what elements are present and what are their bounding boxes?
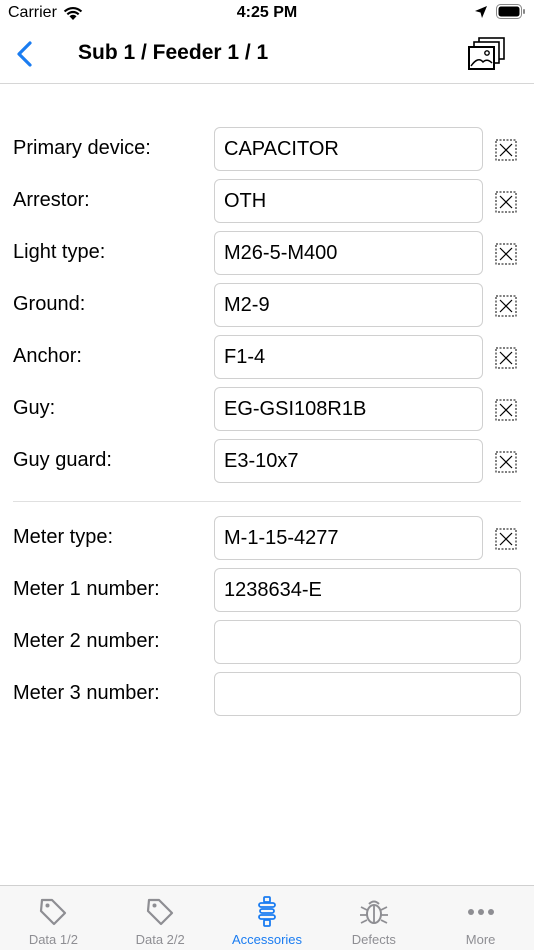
clear-field-icon[interactable]	[495, 528, 517, 550]
light-type-field[interactable]	[214, 231, 483, 275]
back-chevron-icon[interactable]	[10, 38, 42, 70]
guy-label: Guy:	[13, 397, 56, 419]
tab-label: Accessories	[231, 932, 303, 947]
status-time: 4:25 PM	[236, 4, 298, 21]
photo-gallery-icon[interactable]	[468, 36, 506, 72]
form-row-guy: Guy:	[0, 387, 534, 439]
form-row-arrestor: Arrestor:	[0, 179, 534, 231]
form-row-anchor: Anchor:	[0, 335, 534, 387]
form-row-meter-1-number: Meter 1 number:	[0, 568, 534, 620]
form-row-primary-device: Primary device:	[0, 127, 534, 179]
tab-data-2-2[interactable]: Data 2/2	[107, 886, 214, 950]
tab-label: Data 2/2	[135, 932, 185, 947]
tab-more[interactable]: More	[427, 886, 534, 950]
battery-icon	[496, 4, 525, 19]
tag-icon	[147, 898, 174, 926]
tab-label: Data 1/2	[28, 932, 78, 947]
guy-guard-field[interactable]	[214, 439, 483, 483]
tab-label: Defects	[351, 932, 396, 947]
status-bar: Carrier 4:25 PM	[0, 0, 534, 28]
accessories-form: Primary device: Arrestor: Light type: Groun…	[0, 127, 534, 724]
location-arrow-icon	[475, 5, 487, 18]
status-right	[474, 4, 526, 19]
meter-1-number-label: Meter 1 number:	[13, 578, 160, 600]
form-row-meter-3-number: Meter 3 number:	[0, 672, 534, 724]
meter-2-number-label: Meter 2 number:	[13, 630, 160, 652]
tab-defects[interactable]: Defects	[320, 886, 427, 950]
form-row-meter-2-number: Meter 2 number:	[0, 620, 534, 672]
anchor-label: Anchor:	[13, 345, 82, 367]
form-row-light-type: Light type:	[0, 231, 534, 283]
form-row-ground: Ground:	[0, 283, 534, 335]
bug-icon	[359, 900, 388, 924]
section-divider	[13, 501, 521, 502]
anchor-field[interactable]	[214, 335, 483, 379]
tab-label: More	[465, 932, 496, 947]
primary-device-field[interactable]	[214, 127, 483, 171]
form-row-guy-guard: Guy guard:	[0, 439, 534, 491]
tab-bar: Data 1/2 Data 2/2 Accessories Defects More	[0, 885, 534, 950]
guy-field[interactable]	[214, 387, 483, 431]
clear-field-icon[interactable]	[495, 295, 517, 317]
navigation-bar: Sub 1 / Feeder 1 / 1	[0, 28, 534, 84]
meter-1-number-field[interactable]	[214, 568, 521, 612]
clear-field-icon[interactable]	[495, 451, 517, 473]
clear-field-icon[interactable]	[495, 399, 517, 421]
guy-guard-label: Guy guard:	[13, 449, 112, 471]
tag-icon	[40, 898, 67, 926]
field-group-meters: Meter type: Meter 1 number: Meter 2 number…	[0, 516, 534, 724]
meter-type-field[interactable]	[214, 516, 483, 560]
meter-2-number-field[interactable]	[214, 620, 521, 664]
field-group-accessories: Primary device: Arrestor: Light type: Groun…	[0, 127, 534, 491]
ground-label: Ground:	[13, 293, 86, 315]
insulator-icon	[258, 896, 276, 927]
meter-type-label: Meter type:	[13, 526, 114, 548]
primary-device-label: Primary device:	[13, 137, 151, 159]
tab-data-1-2[interactable]: Data 1/2	[0, 886, 107, 950]
ground-field[interactable]	[214, 283, 483, 327]
clear-field-icon[interactable]	[495, 243, 517, 265]
arrestor-label: Arrestor:	[13, 189, 90, 211]
light-type-label: Light type:	[13, 241, 106, 263]
meter-3-number-label: Meter 3 number:	[13, 682, 160, 704]
form-row-meter-type: Meter type:	[0, 516, 534, 568]
clear-field-icon[interactable]	[495, 191, 517, 213]
meter-3-number-field[interactable]	[214, 672, 521, 716]
clear-field-icon[interactable]	[495, 139, 517, 161]
clear-field-icon[interactable]	[495, 347, 517, 369]
arrestor-field[interactable]	[214, 179, 483, 223]
more-icon	[467, 909, 494, 915]
tab-accessories[interactable]: Accessories	[214, 886, 321, 950]
page-title: Sub 1 / Feeder 1 / 1	[78, 41, 269, 64]
